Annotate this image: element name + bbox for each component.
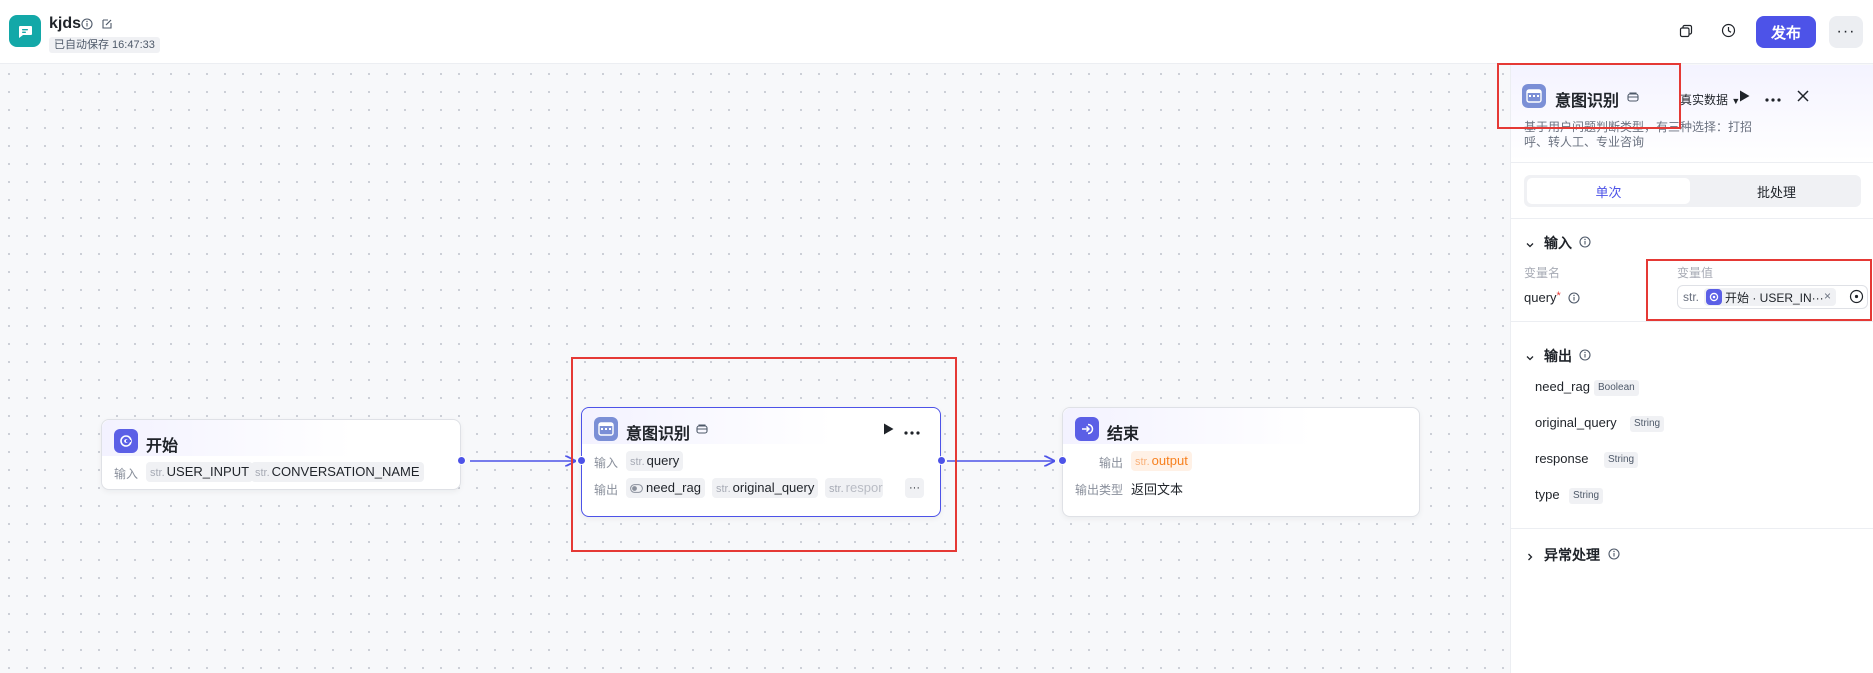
output-item-name: original_query (1535, 415, 1617, 430)
model-icon (695, 422, 709, 436)
start-node-icon (1706, 289, 1722, 305)
intent-output-label: 输出 (594, 483, 619, 497)
start-node-icon (114, 429, 138, 453)
node-more-button[interactable] (903, 421, 921, 439)
boolean-toggle-icon (630, 479, 643, 499)
panel-title: 意图识别 (1555, 93, 1620, 110)
start-node-title: 开始 (146, 438, 179, 455)
model-icon (1626, 90, 1640, 104)
intent-output-tag: str. original_query (712, 478, 819, 498)
more-dots-icon (1765, 89, 1781, 105)
reference-chip: 开始 · USER_IN··· × (1704, 288, 1836, 306)
copy-icon (1679, 24, 1693, 41)
workflow-canvas[interactable]: 开始 输入 str. USER_INPUT str. CONVERSATION_NA… (0, 65, 1510, 673)
top-bar: kjds 已自动保存 16:47:33 发布 ··· (0, 0, 1873, 64)
output-item-name: need_rag (1535, 379, 1590, 394)
input-section-title: 输入 (1544, 235, 1572, 251)
start-output-port[interactable] (457, 456, 466, 465)
output-item-type: Boolean (1594, 380, 1639, 396)
info-icon[interactable] (1578, 348, 1592, 362)
info-icon[interactable] (1607, 547, 1621, 561)
output-item-name: response (1535, 451, 1589, 466)
panel-more-button[interactable] (1764, 88, 1782, 106)
tab-batch[interactable]: 批处理 (1695, 178, 1858, 204)
info-icon[interactable] (1578, 235, 1592, 249)
real-data-dropdown[interactable]: 真实数据 ▼ (1680, 91, 1740, 108)
close-panel-button[interactable] (1794, 88, 1812, 106)
end-output-type-label: 输出类型 (1075, 483, 1124, 497)
edit-icon[interactable] (100, 17, 114, 31)
clear-reference-button[interactable]: × (1824, 289, 1831, 303)
node-settings-panel: 意图识别 真实数据 ▼ 基于用户问题判断类型，有三种选择：打招呼、转人工、专业咨… (1497, 63, 1873, 673)
variable-reference-field[interactable]: str. 开始 · USER_IN··· × (1677, 285, 1868, 309)
start-node[interactable]: 开始 输入 str. USER_INPUT str. CONVERSATION_NA… (101, 419, 461, 490)
panel-description: 基于用户问题判断类型，有三种选择：打招呼、转人工、专业咨询 (1524, 120, 1753, 149)
chevron-down-icon[interactable] (1525, 350, 1537, 362)
end-node-icon (1075, 417, 1099, 441)
field-name-query: query* (1524, 290, 1561, 305)
output-item-name: type (1535, 487, 1560, 502)
close-icon (1797, 89, 1809, 105)
run-mode-tabs: 单次 批处理 (1524, 175, 1861, 207)
play-icon (883, 422, 894, 438)
intent-output-port[interactable] (937, 456, 946, 465)
run-panel-button[interactable] (1735, 88, 1753, 106)
tab-single[interactable]: 单次 (1527, 178, 1690, 204)
end-node-title: 结束 (1107, 426, 1140, 443)
column-variable-value: 变量值 (1677, 266, 1714, 280)
error-handling-section-title: 异常处理 (1544, 547, 1600, 563)
more-dots-icon (904, 422, 920, 438)
start-input-tag: str. USER_INPUT (146, 462, 254, 482)
play-icon (1739, 89, 1750, 105)
start-input-label: 输入 (114, 467, 139, 481)
run-node-button[interactable] (879, 421, 897, 439)
intent-output-tag: str. respor (825, 478, 883, 498)
publish-button[interactable]: 发布 (1756, 16, 1816, 48)
output-item-type: String (1569, 488, 1604, 504)
history-button[interactable] (1714, 18, 1742, 46)
column-variable-name: 变量名 (1524, 266, 1561, 280)
ref-type-label: str. (1683, 290, 1700, 304)
output-item-type: String (1630, 416, 1665, 432)
output-section-title: 输出 (1544, 348, 1572, 364)
end-node[interactable]: 结束 输出 str. output 输出类型 返回文本 (1062, 407, 1420, 517)
info-icon[interactable] (80, 17, 94, 31)
end-output-type-value: 返回文本 (1131, 482, 1184, 497)
end-input-port[interactable] (1058, 456, 1067, 465)
history-icon (1721, 23, 1736, 41)
panel-intent-icon (1522, 84, 1546, 108)
target-icon[interactable] (1849, 289, 1864, 304)
intent-node[interactable]: 意图识别 输入 str. query 输出 need_rag str. origin… (581, 407, 941, 517)
reference-value: 开始 · USER_IN··· (1725, 291, 1824, 305)
copy-button[interactable] (1672, 18, 1700, 46)
info-icon[interactable] (1567, 291, 1581, 305)
autosave-status: 已自动保存 16:47:33 (49, 37, 160, 53)
start-input-tag: str. CONVERSATION_NAME (251, 462, 424, 482)
intent-input-label: 输入 (594, 456, 619, 470)
intent-input-tag: str. query (626, 451, 684, 471)
outputs-overflow-button[interactable]: ··· (905, 478, 924, 498)
end-output-label: 输出 (1099, 456, 1124, 470)
app-logo-icon (9, 15, 41, 47)
intent-node-icon (594, 417, 618, 441)
end-output-tag: str. output (1131, 451, 1192, 471)
intent-output-tag: need_rag (626, 478, 705, 498)
edges-layer (470, 65, 1510, 673)
chevron-right-icon[interactable] (1525, 549, 1537, 561)
intent-node-title: 意图识别 (626, 426, 691, 443)
app-title: kjds (49, 15, 82, 32)
chevron-down-icon[interactable] (1525, 237, 1537, 249)
more-menu-button[interactable]: ··· (1829, 16, 1863, 48)
intent-input-port[interactable] (577, 456, 586, 465)
output-item-type: String (1604, 452, 1639, 468)
